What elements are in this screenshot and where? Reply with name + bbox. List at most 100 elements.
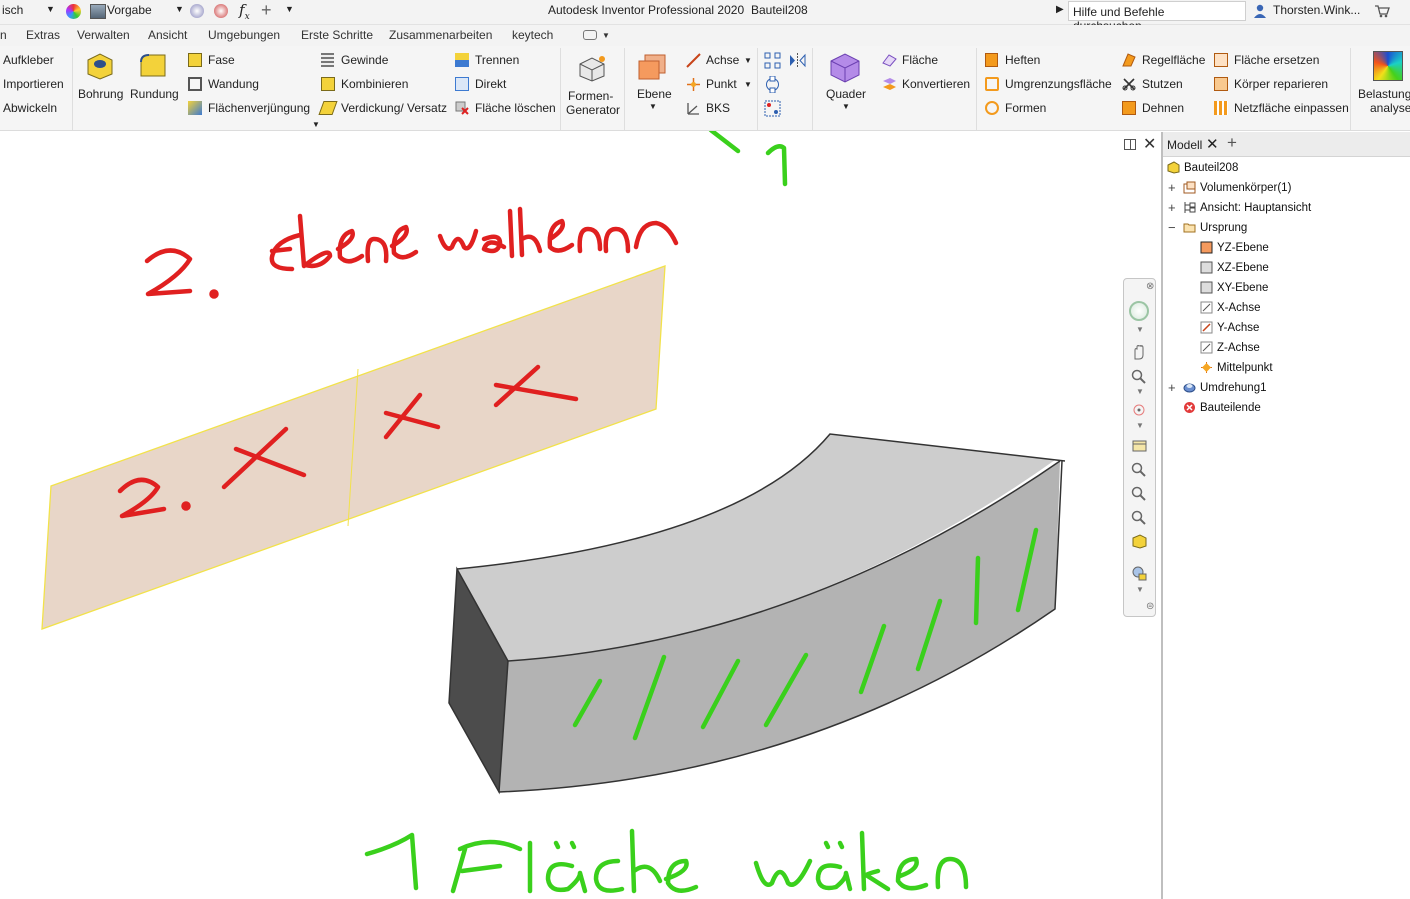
plus-icon[interactable]: +	[261, 0, 272, 21]
chevron-down-icon[interactable]: ▼	[1136, 387, 1144, 396]
tree-node[interactable]: Mittelpunkt	[1163, 359, 1408, 377]
tree-node[interactable]: Z-Achse	[1163, 339, 1408, 357]
pan-icon[interactable]	[1131, 344, 1148, 360]
tab-zusammenarbeiten[interactable]: Zusammenarbeiten	[389, 28, 492, 42]
aufkleber-button[interactable]: Aufkleber	[3, 53, 54, 67]
chevron-down-icon[interactable]: ▼	[1136, 325, 1144, 334]
expand-icon[interactable]: +	[1168, 379, 1176, 397]
ebene-button[interactable]: Ebene	[637, 87, 672, 101]
formen-generator-label1[interactable]: Formen-	[568, 89, 613, 103]
tab-erste-schritte[interactable]: Erste Schritte	[301, 28, 373, 42]
rundung-button[interactable]: Rundung	[130, 87, 179, 101]
user-menu[interactable]: Thorsten.Wink...	[1273, 3, 1360, 17]
tab-verwalten[interactable]: Verwalten	[77, 28, 130, 42]
part-solid[interactable]	[448, 433, 1066, 795]
mirror-icon[interactable]	[789, 52, 806, 69]
belastungsanalyse-label1[interactable]: Belastung	[1358, 87, 1410, 101]
tree-node[interactable]: XY-Ebene	[1163, 279, 1408, 297]
appearance-view-icon[interactable]	[1131, 566, 1148, 581]
zoom-window-icon[interactable]	[1131, 486, 1148, 501]
collapse-icon[interactable]: −	[1168, 219, 1176, 237]
close-icon[interactable]: ✕	[1206, 135, 1219, 153]
koerper-reparieren-button[interactable]: Körper reparieren	[1234, 77, 1328, 91]
add-tab-icon[interactable]: +	[1227, 133, 1237, 153]
orbit-icon[interactable]	[1131, 403, 1148, 418]
netzflaeche-einpassen-button[interactable]: Netzfläche einpassen	[1234, 101, 1349, 115]
tab-ansicht[interactable]: Ansicht	[148, 28, 187, 42]
wandung-button[interactable]: Wandung	[208, 77, 259, 91]
gewinde-button[interactable]: Gewinde	[341, 53, 388, 67]
close-icon[interactable]: ✕	[1143, 134, 1156, 154]
options-icon[interactable]: ⊜	[1146, 601, 1154, 612]
dehnen-button[interactable]: Dehnen	[1142, 101, 1184, 115]
bohrung-button[interactable]: Bohrung	[78, 87, 123, 101]
expand-icon[interactable]: +	[1168, 199, 1176, 217]
close-icon[interactable]: ⊗	[1146, 281, 1154, 292]
abwickeln-button[interactable]: Abwickeln	[3, 101, 57, 115]
direkt-button[interactable]: Direkt	[475, 77, 506, 91]
formen-button[interactable]: Formen	[1005, 101, 1046, 115]
tree-node[interactable]: − Ursprung	[1163, 219, 1408, 237]
punkt-button[interactable]: Punkt	[706, 77, 737, 91]
panel-display-icon[interactable]	[583, 30, 597, 40]
umgrenzungsflaeche-button[interactable]: Umgrenzungsfläche	[1005, 77, 1112, 91]
stutzen-button[interactable]: Stutzen	[1142, 77, 1183, 91]
kombinieren-button[interactable]: Kombinieren	[341, 77, 408, 91]
trennen-button[interactable]: Trennen	[475, 53, 519, 67]
view-cube-icon[interactable]	[1131, 534, 1148, 549]
graphics-window[interactable]	[0, 131, 1160, 899]
view-layout-icon[interactable]	[1124, 139, 1136, 150]
chevron-down-icon[interactable]: ▼	[1136, 585, 1144, 594]
importieren-button[interactable]: Importieren	[3, 77, 64, 91]
tree-node[interactable]: Bauteilende	[1163, 399, 1408, 417]
flaeche-loeschen-button[interactable]: Fläche löschen	[475, 101, 556, 115]
chevron-down-icon[interactable]: ▼	[175, 4, 184, 14]
tree-node[interactable]: + Volumenkörper(1)	[1163, 179, 1408, 197]
tree-node[interactable]: X-Achse	[1163, 299, 1408, 317]
cart-icon[interactable]	[1374, 4, 1390, 18]
appearance-dropdown[interactable]: Vorgabe	[107, 3, 152, 17]
language-dropdown[interactable]: isch	[2, 3, 23, 17]
material-icon[interactable]	[66, 4, 81, 19]
zoom-all-icon[interactable]	[1131, 462, 1148, 477]
chevron-down-icon[interactable]: ▼	[46, 4, 55, 14]
heften-button[interactable]: Heften	[1005, 53, 1040, 67]
chevron-down-icon[interactable]: ▼	[744, 56, 752, 65]
tree-node[interactable]: Bauteil208	[1163, 159, 1408, 177]
bks-button[interactable]: BKS	[706, 101, 730, 115]
look-at-icon[interactable]	[1131, 438, 1148, 453]
belastungsanalyse-label2[interactable]: analyse	[1370, 101, 1410, 115]
tab-extras[interactable]: Extras	[26, 28, 60, 42]
tree-node[interactable]: Y-Achse	[1163, 319, 1408, 337]
tab-modell[interactable]: Modell	[1167, 138, 1202, 152]
clear-appearance-icon[interactable]	[190, 4, 204, 18]
tree-node[interactable]: YZ-Ebene	[1163, 239, 1408, 257]
tab-umgebungen[interactable]: Umgebungen	[208, 28, 280, 42]
tree-node[interactable]: XZ-Ebene	[1163, 259, 1408, 277]
chevron-down-icon[interactable]: ▼	[1136, 421, 1144, 430]
formen-generator-label2[interactable]: Generator	[566, 103, 620, 117]
expand-icon[interactable]: +	[1168, 179, 1176, 197]
zoom-icon[interactable]	[1131, 369, 1148, 384]
steering-wheel-icon[interactable]	[1129, 301, 1149, 321]
chevron-down-icon[interactable]: ▼	[842, 102, 850, 111]
chevron-down-icon[interactable]: ▼	[312, 120, 320, 129]
regelflaeche-button[interactable]: Regelfläche	[1142, 53, 1205, 67]
customize-icon[interactable]: ▼	[285, 4, 294, 14]
flaechenverjuengung-button[interactable]: Flächenverjüngung	[208, 101, 310, 115]
flaeche-button[interactable]: Fläche	[902, 53, 938, 67]
tree-node[interactable]: + Umdrehung1	[1163, 379, 1408, 397]
chevron-down-icon[interactable]: ▼	[602, 31, 610, 40]
help-search-input[interactable]: Hilfe und Befehle durchsuchen...	[1068, 1, 1246, 33]
adjust-appearance-icon[interactable]	[214, 4, 228, 18]
achse-button[interactable]: Achse	[706, 53, 739, 67]
sketch-pattern-icon[interactable]	[764, 100, 781, 117]
konvertieren-button[interactable]: Konvertieren	[902, 77, 970, 91]
fase-button[interactable]: Fase	[208, 53, 235, 67]
rectangular-pattern-icon[interactable]	[764, 52, 781, 69]
tab-keytech[interactable]: keytech	[512, 28, 553, 42]
zoom-selected-icon[interactable]	[1131, 510, 1148, 525]
tree-node[interactable]: + Ansicht: Hauptansicht	[1163, 199, 1408, 217]
parameters-button[interactable]: fx	[239, 1, 250, 22]
flaeche-ersetzen-button[interactable]: Fläche ersetzen	[1234, 53, 1319, 67]
